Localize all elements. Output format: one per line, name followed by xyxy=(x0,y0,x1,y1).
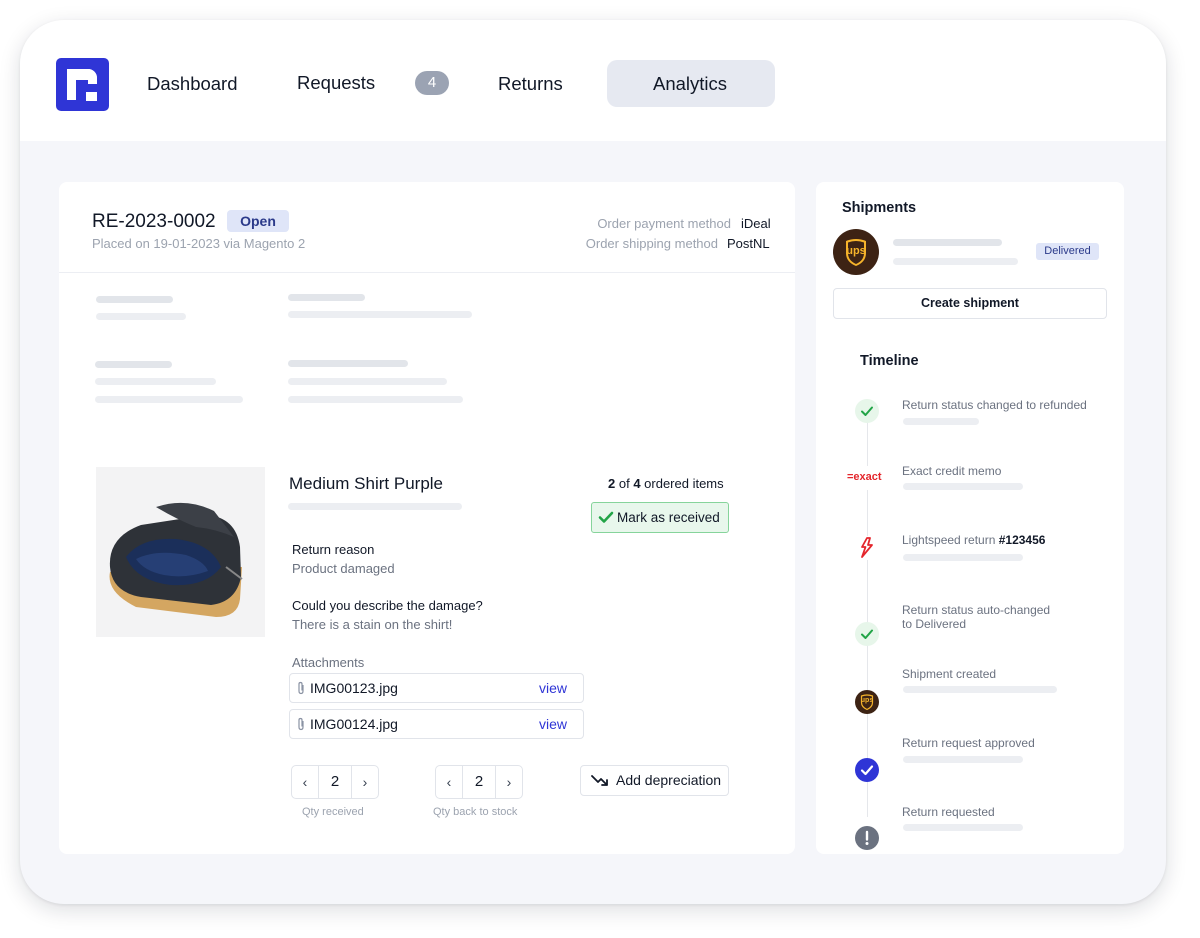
attachments-label: Attachments xyxy=(292,655,365,670)
paperclip-icon xyxy=(298,717,304,731)
chevron-left-icon[interactable]: ‹ xyxy=(436,766,462,798)
top-navigation: Dashboard Requests 4 Returns Analytics xyxy=(20,20,1166,141)
trending-down-icon xyxy=(591,775,608,786)
skeleton-line xyxy=(95,396,243,403)
ups-logo-icon: ups xyxy=(833,229,879,275)
payment-method-value: iDeal xyxy=(741,216,771,231)
skeleton-line xyxy=(96,313,186,320)
timeline-event-text: Lightspeed return #123456 xyxy=(902,533,1046,547)
skeleton-line xyxy=(288,311,472,318)
shipping-method-label: Order shipping method xyxy=(585,236,718,251)
add-depreciation-button[interactable]: Add depreciation xyxy=(580,765,729,796)
skeleton-line xyxy=(288,378,447,385)
requests-count-badge: 4 xyxy=(415,71,449,95)
skeleton-line xyxy=(903,756,1023,763)
lightspeed-logo-icon xyxy=(855,536,879,560)
skeleton-line xyxy=(893,258,1018,265)
qty-received-stepper: ‹ 2 › xyxy=(291,765,379,799)
skeleton-line xyxy=(903,418,979,425)
attachment-row: IMG00123.jpg view xyxy=(289,673,584,703)
attachment-view-link[interactable]: view xyxy=(539,716,567,732)
exclamation-icon xyxy=(855,826,879,850)
skeleton-line xyxy=(96,296,173,303)
mark-as-received-button[interactable]: Mark as received xyxy=(591,502,729,533)
return-id: RE-2023-0002 xyxy=(92,211,216,232)
skeleton-line xyxy=(95,361,172,368)
attachment-name: IMG00123.jpg xyxy=(310,680,398,696)
check-icon xyxy=(855,399,879,423)
product-name: Medium Shirt Purple xyxy=(289,474,444,493)
return-reason-value: Product damaged xyxy=(292,561,395,576)
damage-answer: There is a stain on the shirt! xyxy=(292,617,453,632)
timeline-event-text: Exact credit memo xyxy=(902,464,1002,478)
shipment-status-badge: Delivered xyxy=(1036,243,1099,260)
chevron-right-icon[interactable]: › xyxy=(496,766,522,798)
header-divider xyxy=(59,272,795,273)
nav-requests[interactable]: Requests xyxy=(297,72,375,94)
app-window: Dashboard Requests 4 Returns Analytics R… xyxy=(20,20,1166,904)
skeleton-line xyxy=(903,824,1023,831)
status-badge: Open xyxy=(227,210,289,232)
check-icon xyxy=(855,622,879,646)
damage-question: Could you describe the damage? xyxy=(292,598,483,613)
attachment-view-link[interactable]: view xyxy=(539,680,567,696)
qty-received-label: Qty received xyxy=(302,806,364,818)
payment-method-label: Order payment method xyxy=(597,216,731,231)
exact-logo-icon: =exact xyxy=(847,466,889,490)
check-circle-icon xyxy=(855,758,879,782)
skeleton-line xyxy=(288,503,462,510)
skeleton-line xyxy=(288,360,408,367)
qty-received-value[interactable]: 2 xyxy=(318,766,352,798)
skeleton-line xyxy=(95,378,216,385)
attachment-row: IMG00124.jpg view xyxy=(289,709,584,739)
product-image[interactable] xyxy=(96,467,265,637)
skeleton-line xyxy=(903,554,1023,561)
skeleton-line xyxy=(288,294,365,301)
shipping-method-value: PostNL xyxy=(727,236,770,251)
qty-stock-label: Qty back to stock xyxy=(433,806,518,818)
chevron-left-icon[interactable]: ‹ xyxy=(292,766,318,798)
chevron-right-icon[interactable]: › xyxy=(352,766,378,798)
skeleton-line xyxy=(903,483,1023,490)
nav-dashboard[interactable]: Dashboard xyxy=(147,73,238,95)
ups-logo-icon: ups xyxy=(855,690,879,714)
timeline-event-text: Return request approved xyxy=(902,736,1035,750)
placed-info: Placed on 19-01-2023 via Magento 2 xyxy=(92,236,306,251)
qty-stock-value[interactable]: 2 xyxy=(462,766,496,798)
create-shipment-button[interactable]: Create shipment xyxy=(833,288,1107,319)
nav-returns[interactable]: Returns xyxy=(498,73,563,95)
check-icon xyxy=(598,511,614,523)
timeline-title: Timeline xyxy=(860,353,919,369)
timeline-event-text: Shipment created xyxy=(902,667,997,681)
skeleton-line xyxy=(288,396,463,403)
nav-analytics[interactable]: Analytics xyxy=(653,73,727,95)
return-reason-label: Return reason xyxy=(292,542,375,557)
return-detail-card: RE-2023-0002 Open Placed on 19-01-2023 v… xyxy=(59,182,795,854)
timeline-event-text: Return requested xyxy=(902,805,995,819)
timeline-event-text: Return status auto-changed to Delivered xyxy=(902,603,1051,631)
skeleton-line xyxy=(903,686,1057,693)
attachment-name: IMG00124.jpg xyxy=(310,716,398,732)
qty-stock-stepper: ‹ 2 › xyxy=(435,765,523,799)
ordered-items-count: 2 of 4 ordered items xyxy=(608,476,724,491)
timeline-event-text: Return status changed to refunded xyxy=(902,398,1087,412)
side-panel: Shipments ups Delivered Create shipment … xyxy=(816,182,1124,854)
paperclip-icon xyxy=(298,681,304,695)
app-logo[interactable] xyxy=(56,58,109,111)
shipments-title: Shipments xyxy=(842,200,917,216)
skeleton-line xyxy=(893,239,1002,246)
